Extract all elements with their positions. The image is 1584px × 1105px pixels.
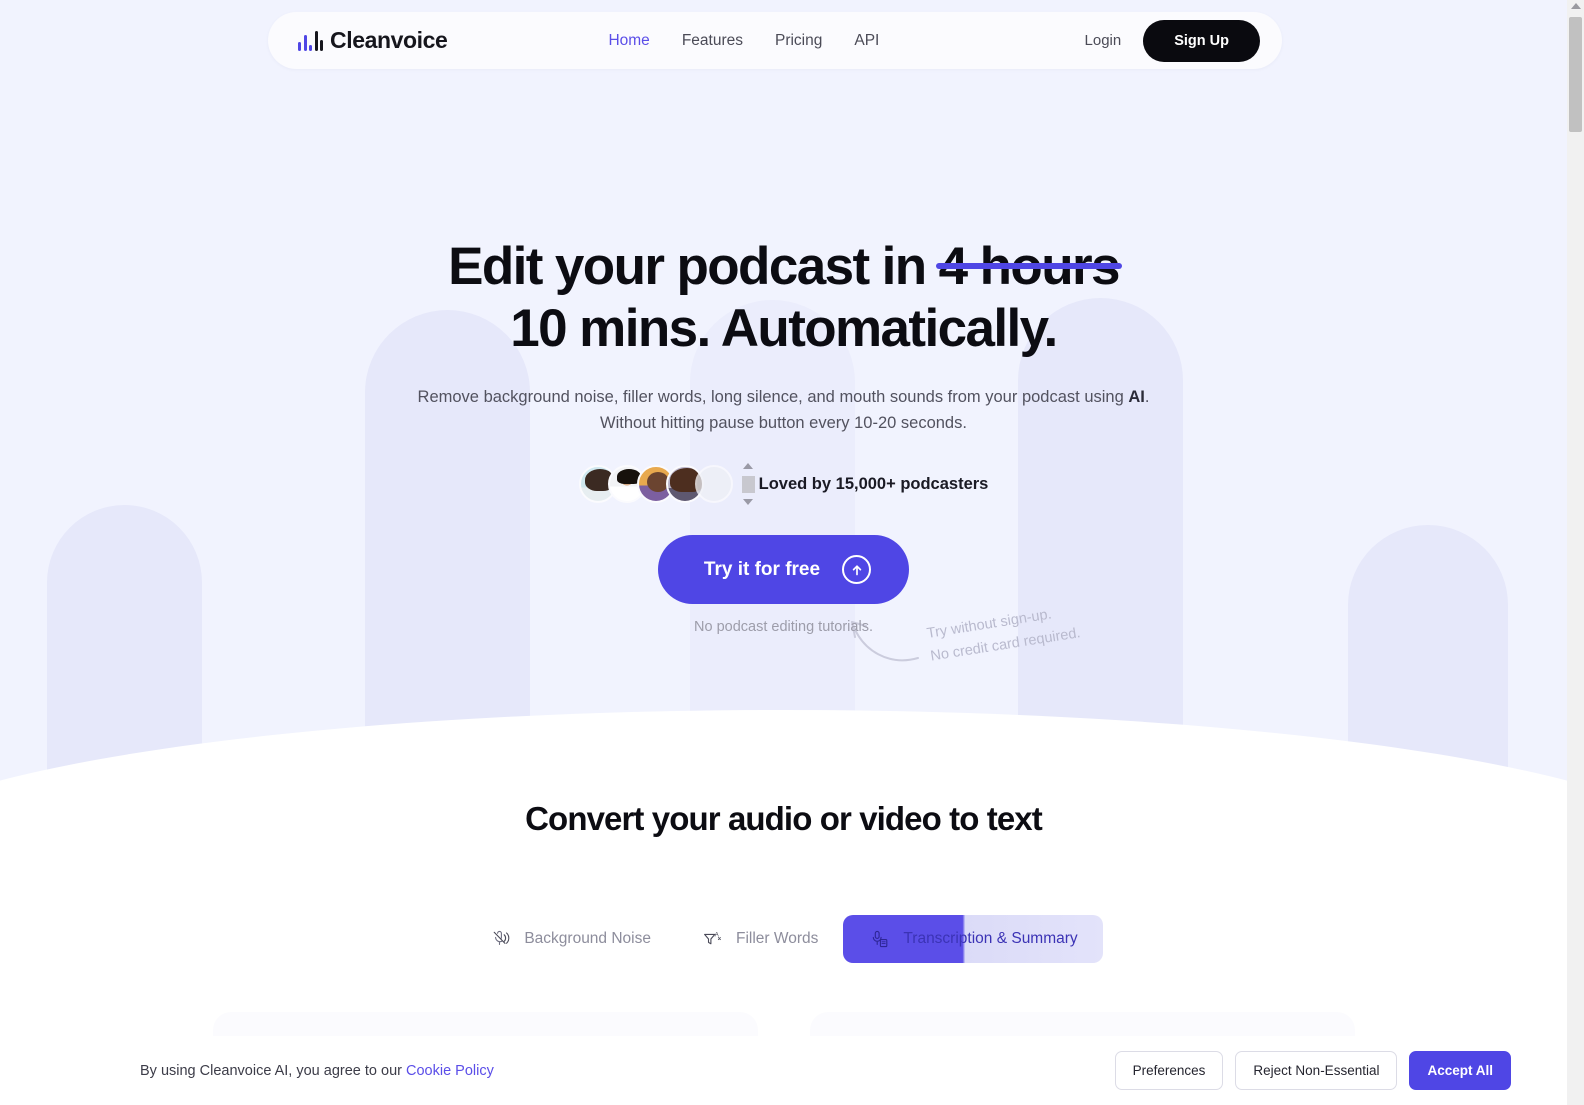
login-link[interactable]: Login	[1085, 32, 1122, 49]
tab-label: Transcription & Summary	[903, 930, 1078, 947]
hero-subtitle: Remove background noise, filler words, l…	[0, 385, 1567, 436]
subtitle-ai-bold: AI	[1128, 388, 1145, 406]
section-title: Convert your audio or video to text	[525, 800, 1043, 837]
avatar	[694, 465, 733, 504]
subtitle-line1-b: .	[1144, 388, 1150, 406]
headline-part1: Edit your podcast in	[448, 237, 939, 296]
chevron-up-icon[interactable]	[743, 463, 754, 470]
try-it-for-free-button[interactable]: Try it for free	[657, 535, 910, 605]
tab-background-noise[interactable]: Background Noise	[464, 915, 676, 963]
nav-item-features[interactable]: Features	[682, 32, 743, 50]
mic-document-icon	[868, 928, 890, 950]
tab-label: Filler Words	[736, 930, 819, 947]
cookie-actions: Preferences Reject Non-Essential Accept …	[1114, 1051, 1511, 1090]
accept-all-button[interactable]: Accept All	[1409, 1051, 1511, 1090]
reject-non-essential-button[interactable]: Reject Non-Essential	[1235, 1051, 1398, 1090]
preferences-button[interactable]: Preferences	[1114, 1051, 1224, 1090]
filter-text-icon: A	[701, 928, 723, 950]
hero-headline: Edit your podcast in 4 hours 10 mins. Au…	[0, 240, 1567, 355]
hero-cta-wrapper: Try it for free No podcast editing tutor…	[0, 535, 1567, 635]
arrow-up-circle-icon	[842, 555, 872, 585]
loved-by-label: Loved by 15,000+ podcasters	[758, 474, 989, 493]
vertical-scrollbar[interactable]	[1567, 0, 1584, 1105]
nav-item-home[interactable]: Home	[608, 32, 649, 50]
mic-muted-icon	[489, 928, 511, 950]
headline-struck-text: 4 hours	[935, 237, 1123, 296]
feature-tabs: Background Noise A Filler Words Transcri…	[0, 915, 1567, 963]
header-actions: Login Sign Up	[1085, 19, 1260, 62]
chevron-down-icon[interactable]	[743, 499, 754, 506]
social-proof: Loved by 15,000+ podcasters	[0, 463, 1567, 506]
brand-logo[interactable]: Cleanvoice	[298, 27, 448, 54]
cookie-text-before: By using Cleanvoice AI, you agree to our	[140, 1062, 406, 1079]
hero-section: Edit your podcast in 4 hours 10 mins. Au…	[0, 240, 1567, 635]
cookie-policy-link[interactable]: Cookie Policy	[406, 1063, 494, 1079]
nav-item-pricing[interactable]: Pricing	[775, 32, 822, 50]
scroll-up-arrow-icon[interactable]	[1571, 3, 1581, 9]
waveform-icon	[298, 30, 323, 51]
nav-item-api[interactable]: API	[854, 32, 879, 50]
tab-transcription-summary[interactable]: Transcription & Summary	[843, 915, 1103, 963]
subtitle-line1-a: Remove background noise, filler words, l…	[417, 388, 1129, 406]
cta-label: Try it for free	[703, 558, 821, 580]
tab-label: Background Noise	[524, 930, 651, 947]
signup-button[interactable]: Sign Up	[1143, 19, 1260, 62]
cookie-consent-banner: By using Cleanvoice AI, you agree to our…	[0, 1036, 1567, 1105]
headline-line2: 10 mins. Automatically.	[510, 299, 1058, 358]
cookie-text: By using Cleanvoice AI, you agree to our…	[140, 1063, 494, 1079]
convert-section: Convert your audio or video to text Back…	[0, 800, 1567, 963]
number-stepper[interactable]	[741, 463, 756, 506]
brand-name: Cleanvoice	[330, 27, 448, 53]
stepper-value-box	[741, 475, 755, 493]
main-nav: Home Features Pricing API	[608, 32, 879, 50]
no-tutorials-note: No podcast editing tutorials.	[694, 619, 873, 636]
avatar-group	[578, 465, 733, 504]
tab-filler-words[interactable]: A Filler Words	[676, 915, 843, 963]
scrollbar-thumb[interactable]	[1569, 17, 1582, 132]
subtitle-line2: Without hitting pause button every 10-20…	[600, 413, 967, 432]
site-header: Cleanvoice Home Features Pricing API Log…	[268, 12, 1282, 69]
